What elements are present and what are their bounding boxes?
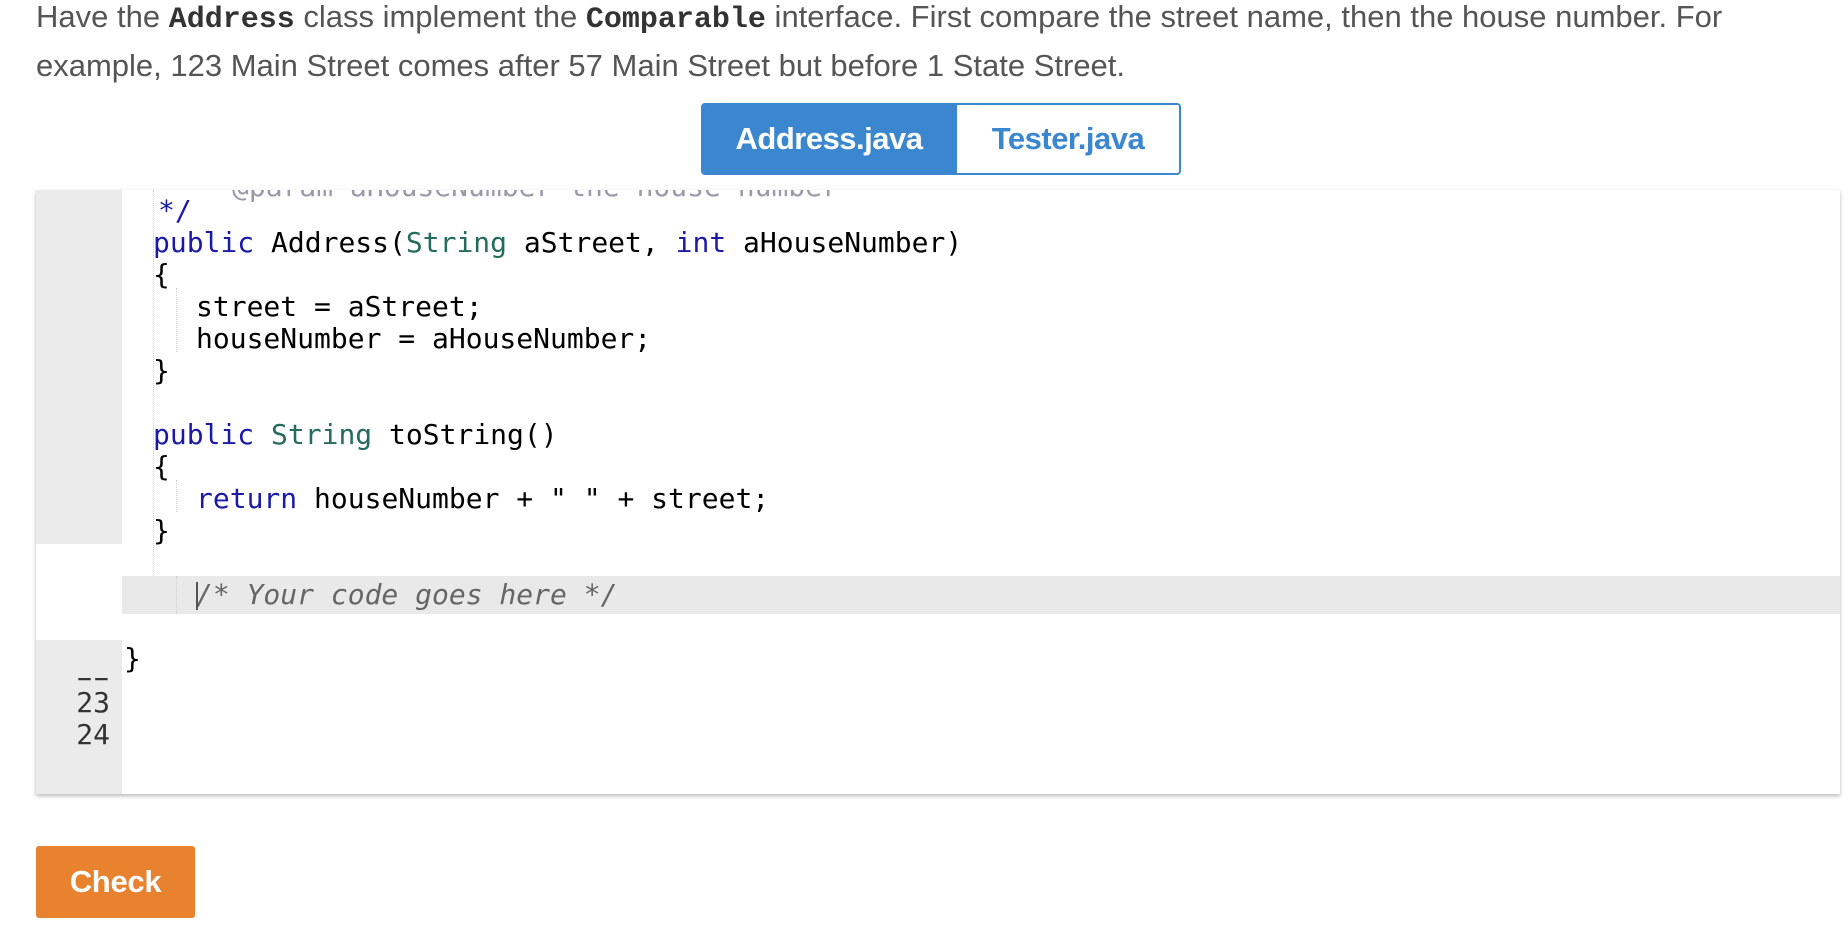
code-fragment: aStreet, bbox=[507, 226, 676, 259]
type-name: String bbox=[271, 418, 373, 451]
code-text: } bbox=[124, 642, 141, 675]
code-editor[interactable]: @param aHouseNumber the house number 10 … bbox=[36, 190, 1840, 794]
code-fragment: Address( bbox=[254, 226, 406, 259]
tab-address-java[interactable]: Address.java bbox=[703, 105, 955, 173]
indent-guide bbox=[153, 190, 154, 576]
file-tabs: Address.java Tester.java bbox=[701, 103, 1181, 175]
prompt-text-1: Have the bbox=[36, 0, 169, 34]
prompt-code-comparable: Comparable bbox=[585, 3, 766, 37]
type-name: String bbox=[405, 226, 508, 259]
indent-guide bbox=[176, 288, 177, 352]
prompt-code-address: Address bbox=[168, 3, 295, 37]
check-button[interactable]: Check bbox=[36, 846, 195, 918]
code-fragment: aHouseNumber) bbox=[726, 226, 963, 259]
code-fragment: toString() bbox=[372, 418, 558, 451]
indent-guide bbox=[176, 480, 177, 512]
problem-statement: Have the Address class implement the Com… bbox=[36, 0, 1826, 89]
keyword: return bbox=[196, 482, 298, 515]
keyword: public bbox=[153, 226, 255, 259]
keyword: public bbox=[153, 418, 255, 451]
indent-guide bbox=[176, 576, 177, 614]
prompt-text-2: class implement the bbox=[294, 0, 586, 34]
line-number: 24 bbox=[76, 718, 110, 751]
tab-tester-java[interactable]: Tester.java bbox=[955, 105, 1179, 173]
keyword: int bbox=[675, 226, 727, 259]
code-fragment: houseNumber + " " + street; bbox=[297, 482, 770, 515]
code-line[interactable]: 24 } bbox=[36, 640, 1840, 751]
text-cursor bbox=[196, 582, 198, 610]
